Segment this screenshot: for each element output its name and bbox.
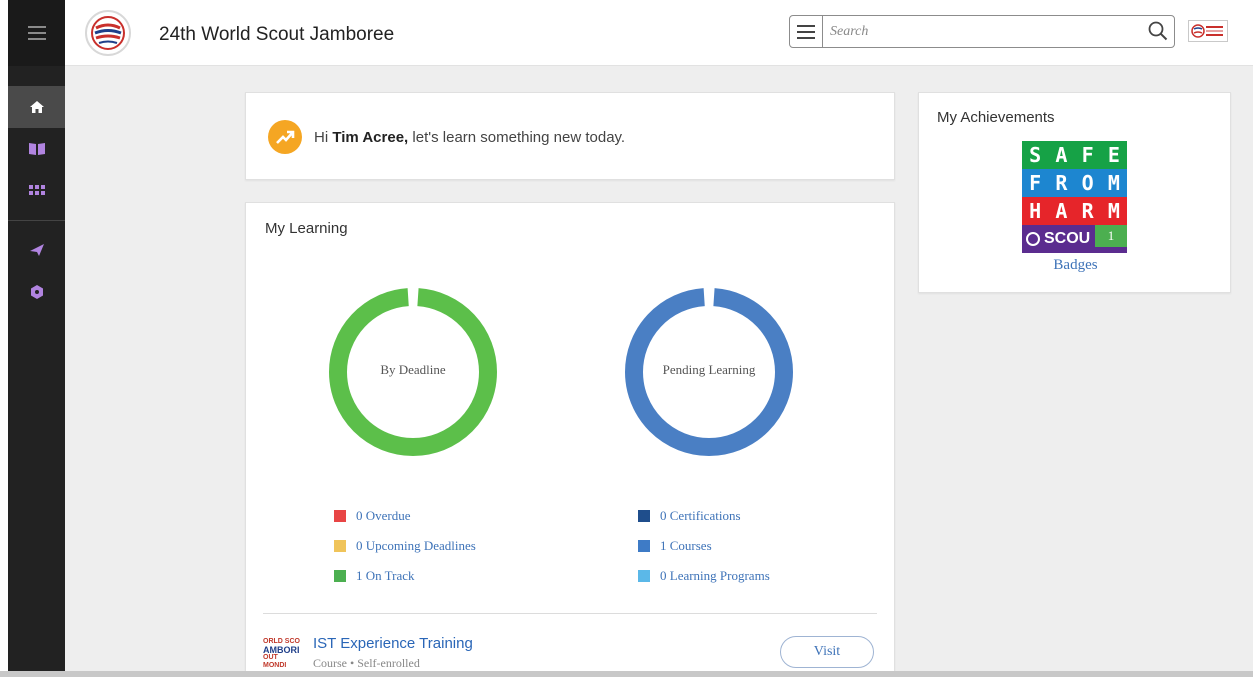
- legend-link[interactable]: 0 Upcoming Deadlines: [356, 538, 476, 554]
- badge-letter: M: [1100, 169, 1127, 197]
- learning-programs-swatch: [638, 570, 650, 582]
- sidebar-divider: [8, 220, 65, 221]
- legend-link[interactable]: 1 On Track: [356, 568, 415, 584]
- safe-from-harm-badge[interactable]: S A F E F R O M H A R M SCOU 1: [1022, 141, 1127, 253]
- hexagon-icon: [30, 285, 43, 299]
- badge-letter: H: [1022, 197, 1049, 225]
- my-learning-title: My Learning: [265, 220, 348, 237]
- sidebar-item-home[interactable]: [8, 86, 65, 128]
- fleur-de-lis-icon: [1026, 232, 1040, 246]
- hamburger-icon: [27, 26, 46, 40]
- legend-item-overdue[interactable]: 0 Overdue: [334, 501, 476, 531]
- badge-letter: A: [1048, 141, 1075, 169]
- badge-letter: F: [1022, 169, 1049, 197]
- greeting-message: let's learn something new today.: [412, 129, 626, 146]
- page-title: 24th World Scout Jamboree: [159, 24, 395, 45]
- legend-item-certifications[interactable]: 0 Certifications: [638, 501, 770, 531]
- certifications-swatch: [638, 510, 650, 522]
- paper-plane-icon: [29, 244, 44, 256]
- home-icon: [29, 101, 44, 113]
- pending-learning-label: Pending Learning: [662, 362, 756, 377]
- badge-letter: R: [1048, 169, 1075, 197]
- legend-link[interactable]: 0 Learning Programs: [660, 568, 770, 584]
- welcome-message: Hi Tim Acree, let's learn something new …: [314, 129, 625, 146]
- by-deadline-label: By Deadline: [380, 362, 446, 377]
- jamboree-flag-icon: [1191, 24, 1223, 38]
- user-name: Tim Acree,: [332, 129, 409, 146]
- hamburger-icon: [797, 24, 815, 39]
- sidebar-item-badge[interactable]: [8, 271, 65, 313]
- search-input[interactable]: [830, 22, 1130, 42]
- my-achievements-card: My Achievements S A F E F R O M H A R M …: [918, 92, 1231, 293]
- sidebar-menu-button[interactable]: [8, 0, 65, 66]
- grid-icon: [28, 185, 45, 195]
- badges-link[interactable]: Badges: [919, 257, 1232, 274]
- badge-row: F R O M: [1022, 169, 1127, 197]
- search-menu-button[interactable]: [790, 16, 823, 47]
- legend-item-on-track[interactable]: 1 On Track: [334, 561, 476, 591]
- deadline-legend: 0 Overdue 0 Upcoming Deadlines 1 On Trac…: [334, 501, 476, 591]
- badge-letter: E: [1100, 141, 1127, 169]
- legend-link[interactable]: 0 Overdue: [356, 508, 411, 524]
- search-bar: [789, 15, 1175, 48]
- sidebar: [8, 0, 65, 677]
- legend-item-courses[interactable]: 1 Courses: [638, 531, 770, 561]
- legend-link[interactable]: 1 Courses: [660, 538, 712, 554]
- badge-row: H A R M: [1022, 197, 1127, 225]
- user-avatar[interactable]: [1188, 20, 1228, 42]
- overdue-swatch: [334, 510, 346, 522]
- sidebar-item-learning[interactable]: [8, 128, 65, 170]
- book-icon: [28, 143, 45, 155]
- upcoming-swatch: [334, 540, 346, 552]
- thumb-line: AMBORI: [263, 645, 300, 655]
- sidebar-item-send[interactable]: [8, 229, 65, 271]
- greeting-prefix: Hi: [314, 129, 329, 146]
- courses-swatch: [638, 540, 650, 552]
- sidebar-item-apps[interactable]: [8, 170, 65, 212]
- legend-link[interactable]: 0 Certifications: [660, 508, 741, 524]
- pending-learning-donut[interactable]: Pending Learning: [624, 287, 794, 457]
- window-edge: [0, 0, 8, 677]
- course-thumbnail[interactable]: ORLD SCO AMBORI OUT MONDI: [263, 638, 301, 669]
- pending-legend: 0 Certifications 1 Courses 0 Learning Pr…: [638, 501, 770, 591]
- my-learning-card: My Learning By Deadline Pending Learning…: [245, 202, 895, 677]
- by-deadline-donut[interactable]: By Deadline: [328, 287, 498, 457]
- thumb-line: OUT MONDI: [263, 654, 287, 669]
- legend-item-learning-programs[interactable]: 0 Learning Programs: [638, 561, 770, 591]
- visit-button[interactable]: Visit: [780, 636, 874, 668]
- badge-count: 1: [1095, 225, 1127, 247]
- achievements-title: My Achievements: [937, 109, 1055, 126]
- badge-letter: M: [1100, 197, 1127, 225]
- legend-item-upcoming[interactable]: 0 Upcoming Deadlines: [334, 531, 476, 561]
- badge-row: S A F E: [1022, 141, 1127, 169]
- section-divider: [263, 613, 877, 614]
- on-track-swatch: [334, 570, 346, 582]
- globe-logo-icon: [91, 16, 125, 50]
- badge-footer-text: SCOU: [1044, 230, 1091, 247]
- top-bar: 24th World Scout Jamboree: [65, 0, 1253, 66]
- jamboree-logo[interactable]: [85, 10, 131, 56]
- badge-letter: O: [1074, 169, 1101, 197]
- trending-up-icon: [268, 120, 302, 154]
- badge-letter: S: [1022, 141, 1049, 169]
- course-title-link[interactable]: IST Experience Training: [313, 635, 473, 652]
- badge-letter: R: [1074, 197, 1101, 225]
- badge-letter: A: [1048, 197, 1075, 225]
- badge-letter: F: [1074, 141, 1101, 169]
- search-icon: [1148, 21, 1168, 41]
- horizontal-scrollbar[interactable]: [0, 671, 1253, 677]
- welcome-card: Hi Tim Acree, let's learn something new …: [245, 92, 895, 180]
- course-meta: Course • Self-enrolled: [313, 656, 420, 670]
- search-button[interactable]: [1148, 21, 1168, 46]
